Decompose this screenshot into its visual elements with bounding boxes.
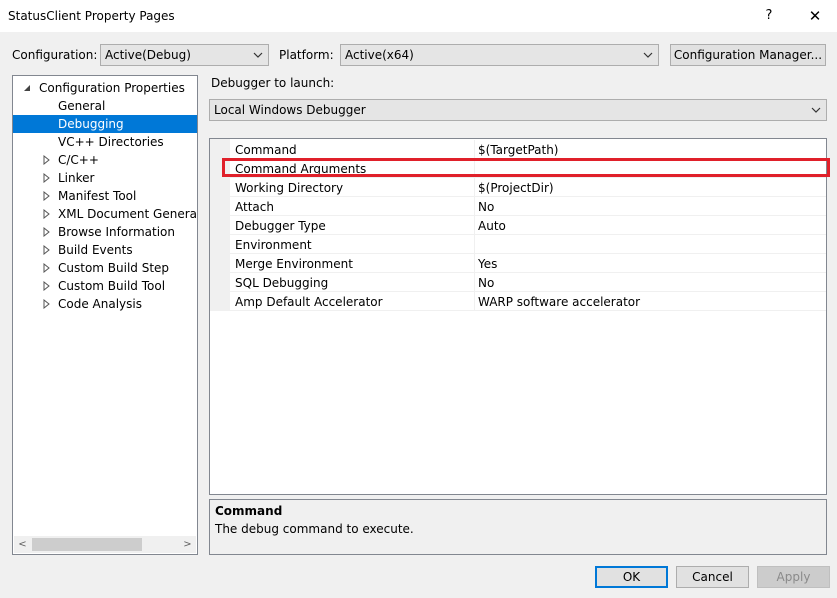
tree-item-label: Debugging — [58, 117, 124, 131]
debugger-value: Local Windows Debugger — [214, 103, 366, 117]
property-row-command[interactable]: Command $(TargetPath) — [230, 140, 826, 159]
expanded-triangle-icon — [24, 85, 30, 91]
title-bar: StatusClient Property Pages ? ✕ — [0, 0, 837, 32]
window-title: StatusClient Property Pages — [8, 9, 175, 23]
property-tree[interactable]: Configuration Properties General Debuggi… — [12, 75, 198, 555]
tree-item-label: Build Events — [58, 243, 133, 257]
configuration-value: Active(Debug) — [105, 48, 191, 62]
platform-label: Platform: — [279, 48, 334, 62]
tree-item-label: Linker — [58, 171, 95, 185]
column-divider — [474, 273, 475, 292]
description-panel: Command The debug command to execute. — [209, 499, 827, 555]
cancel-button[interactable]: Cancel — [676, 566, 749, 588]
tree-item-label: Manifest Tool — [58, 189, 137, 203]
tree-item-configuration-properties[interactable]: Configuration Properties — [13, 79, 197, 97]
tree-horizontal-scrollbar[interactable]: < > — [14, 536, 196, 553]
scroll-right-arrow-icon[interactable]: > — [179, 536, 196, 553]
collapsed-triangle-icon — [43, 173, 50, 183]
property-value[interactable]: No — [478, 200, 494, 214]
tree-item-xml-document-generator[interactable]: XML Document Generator — [13, 205, 197, 223]
column-divider — [474, 178, 475, 197]
collapsed-triangle-icon — [43, 155, 50, 165]
column-divider — [474, 197, 475, 216]
property-name: Amp Default Accelerator — [235, 295, 383, 309]
property-name: Command — [235, 143, 297, 157]
property-row-amp-default-accelerator[interactable]: Amp Default Accelerator WARP software ac… — [230, 292, 826, 311]
property-row-merge-environment[interactable]: Merge Environment Yes — [230, 254, 826, 273]
property-name: Debugger Type — [235, 219, 326, 233]
property-value[interactable]: No — [478, 276, 494, 290]
tree-item-code-analysis[interactable]: Code Analysis — [13, 295, 197, 313]
tree-item-label: Browse Information — [58, 225, 175, 239]
collapsed-triangle-icon — [43, 263, 50, 273]
property-name: Attach — [235, 200, 274, 214]
description-title: Command — [215, 504, 283, 518]
scroll-left-arrow-icon[interactable]: < — [14, 536, 31, 553]
collapsed-triangle-icon — [43, 281, 50, 291]
property-name: Merge Environment — [235, 257, 353, 271]
chevron-down-icon — [811, 107, 821, 113]
tree-item-label: General — [58, 99, 106, 113]
tree-item-linker[interactable]: Linker — [13, 169, 197, 187]
close-button[interactable]: ✕ — [798, 4, 832, 28]
tree-item-manifest-tool[interactable]: Manifest Tool — [13, 187, 197, 205]
tree-item-label: Code Analysis — [58, 297, 142, 311]
description-text: The debug command to execute. — [215, 522, 414, 536]
collapsed-triangle-icon — [43, 227, 50, 237]
tree-item-c-cpp[interactable]: C/C++ — [13, 151, 197, 169]
scrollbar-thumb[interactable] — [32, 538, 142, 551]
property-row-attach[interactable]: Attach No — [230, 197, 826, 216]
property-row-working-directory[interactable]: Working Directory $(ProjectDir) — [230, 178, 826, 197]
chevron-down-icon — [253, 52, 263, 58]
column-divider — [474, 254, 475, 273]
ok-button[interactable]: OK — [595, 566, 668, 588]
collapsed-triangle-icon — [43, 299, 50, 309]
tree-item-browse-information[interactable]: Browse Information — [13, 223, 197, 241]
property-value[interactable]: Yes — [478, 257, 497, 271]
debugger-dropdown[interactable]: Local Windows Debugger — [209, 99, 827, 121]
tree-item-vc-directories[interactable]: VC++ Directories — [13, 133, 197, 151]
tree-item-label: XML Document Generator — [58, 207, 198, 221]
collapsed-triangle-icon — [43, 245, 50, 255]
property-row-debugger-type[interactable]: Debugger Type Auto — [230, 216, 826, 235]
property-value[interactable]: Auto — [478, 219, 506, 233]
column-divider — [474, 235, 475, 254]
tree-item-label: Custom Build Step — [58, 261, 170, 275]
property-grid[interactable]: Command $(TargetPath) Command Arguments … — [209, 138, 827, 495]
platform-dropdown[interactable]: Active(x64) — [340, 44, 659, 66]
tree-item-build-events[interactable]: Build Events — [13, 241, 197, 259]
column-divider — [474, 140, 475, 159]
property-name: Working Directory — [235, 181, 344, 195]
debugger-to-launch-label: Debugger to launch: — [211, 76, 335, 90]
property-name: SQL Debugging — [235, 276, 329, 290]
tree-item-label: VC++ Directories — [58, 135, 164, 149]
column-divider — [474, 292, 475, 311]
tree-item-label: C/C++ — [58, 153, 99, 167]
collapsed-triangle-icon — [43, 191, 50, 201]
tree-item-label: Custom Build Tool — [58, 279, 166, 293]
highlight-box — [222, 158, 830, 177]
property-value[interactable]: $(ProjectDir) — [478, 181, 554, 195]
property-row-sql-debugging[interactable]: SQL Debugging No — [230, 273, 826, 292]
configuration-manager-button[interactable]: Configuration Manager... — [670, 44, 826, 66]
tree-item-custom-build-tool[interactable]: Custom Build Tool — [13, 277, 197, 295]
help-button[interactable]: ? — [754, 4, 784, 28]
platform-value: Active(x64) — [345, 48, 414, 62]
tree-item-general[interactable]: General — [13, 97, 197, 115]
configuration-dropdown[interactable]: Active(Debug) — [100, 44, 269, 66]
tree-item-debugging[interactable]: Debugging — [13, 115, 197, 133]
collapsed-triangle-icon — [43, 209, 50, 219]
property-row-environment[interactable]: Environment — [230, 235, 826, 254]
tree-item-label: Configuration Properties — [39, 81, 185, 95]
apply-button[interactable]: Apply — [757, 566, 830, 588]
property-value[interactable]: WARP software accelerator — [478, 295, 640, 309]
column-divider — [474, 216, 475, 235]
chevron-down-icon — [643, 52, 653, 58]
property-value[interactable]: $(TargetPath) — [478, 143, 558, 157]
configuration-label: Configuration: — [12, 48, 98, 62]
tree-item-custom-build-step[interactable]: Custom Build Step — [13, 259, 197, 277]
property-name: Environment — [235, 238, 312, 252]
